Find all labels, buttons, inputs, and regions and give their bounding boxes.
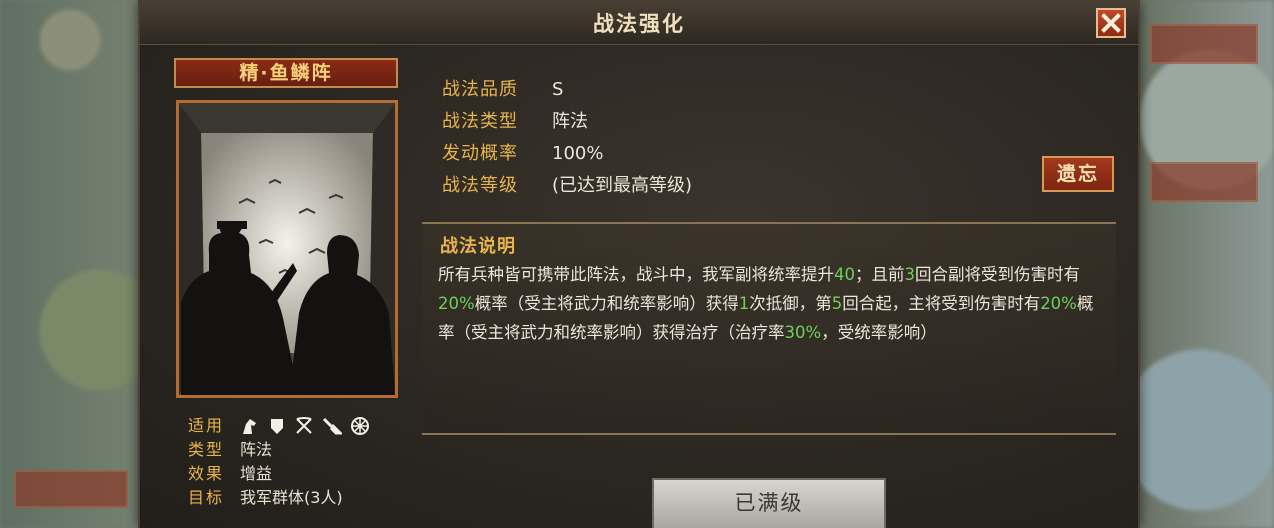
- skill-meta-list: 适用 类型 阵法 效果 增益 目标 我军群体(3人): [188, 414, 370, 510]
- applicable-label: 适用: [188, 416, 225, 435]
- attr-value: 100%: [552, 143, 604, 164]
- shield-icon: [271, 419, 283, 434]
- siege-icon: [351, 417, 369, 435]
- dialog-titlebar: 战法强化: [140, 0, 1138, 45]
- target-label: 目标: [188, 488, 225, 507]
- attr-value: (已达到最高等级): [552, 175, 693, 196]
- effect-value: 增益: [240, 464, 273, 483]
- cavalry-icon: [243, 419, 256, 434]
- meta-row-applicable: 适用: [188, 414, 370, 438]
- forget-skill-button[interactable]: 遗忘: [1042, 156, 1114, 192]
- attr-row-quality: 战法品质 S: [442, 74, 692, 106]
- attr-label: 战法等级: [442, 175, 518, 196]
- description-title: 战法说明: [440, 236, 516, 257]
- skill-description-box: 战法说明 所有兵种皆可携带此阵法，战斗中，我军副将统率提升40；且前3回合副将受…: [422, 222, 1116, 435]
- attr-value: 阵法: [552, 111, 588, 132]
- description-segment: 所有兵种皆可携带此阵法，战斗中，我军副将统率提升: [438, 265, 834, 284]
- background-map-button: [14, 470, 128, 508]
- attr-value: S: [552, 79, 564, 100]
- max-level-button[interactable]: 已满级: [652, 478, 886, 528]
- description-highlight: 30%: [784, 323, 822, 342]
- background-map-button: [1150, 24, 1258, 64]
- bow-icon: [296, 417, 312, 434]
- troop-type-icons: [240, 416, 370, 436]
- spear-icon: [322, 417, 342, 435]
- type-value: 阵法: [240, 440, 273, 459]
- type-label: 类型: [188, 440, 225, 459]
- skill-artwork: [176, 100, 398, 398]
- description-highlight: 40: [834, 265, 855, 284]
- description-text: 所有兵种皆可携带此阵法，战斗中，我军副将统率提升40；且前3回合副将受到伤害时有…: [438, 260, 1102, 347]
- meta-row-type: 类型 阵法: [188, 438, 370, 462]
- attr-label: 发动概率: [442, 143, 518, 164]
- description-highlight: 1: [738, 294, 750, 313]
- effect-label: 效果: [188, 464, 225, 483]
- description-segment: 次抵御，第: [749, 294, 832, 313]
- description-segment: ；且前: [855, 265, 905, 284]
- description-highlight: 5: [831, 294, 843, 313]
- description-segment: 概率（受主将武力和统率影响）获得: [474, 294, 739, 313]
- attr-label: 战法品质: [442, 79, 518, 100]
- formation-scene-image: [179, 103, 395, 395]
- description-segment: 回合副将受到伤害时有: [915, 265, 1080, 284]
- meta-row-target: 目标 我军群体(3人): [188, 486, 370, 510]
- background-map-button: [1150, 162, 1258, 202]
- attr-row-level: 战法等级 (已达到最高等级): [442, 170, 692, 202]
- close-icon: [1101, 13, 1121, 33]
- description-segment: 回合起，主将受到伤害时有: [842, 294, 1041, 313]
- description-highlight: 3: [904, 265, 916, 284]
- target-value: 我军群体(3人): [240, 488, 343, 507]
- attr-row-trigger-rate: 发动概率 100%: [442, 138, 692, 170]
- close-button[interactable]: [1096, 8, 1126, 38]
- description-highlight: 20%: [438, 294, 475, 313]
- attr-row-type: 战法类型 阵法: [442, 106, 692, 138]
- skill-attributes: 战法品质 S 战法类型 阵法 发动概率 100% 战法等级 (已达到最高等级): [442, 74, 692, 202]
- dialog-title: 战法强化: [593, 12, 685, 36]
- meta-row-effect: 效果 增益: [188, 462, 370, 486]
- skill-enhance-dialog: 战法强化 精·鱼鳞阵 适用 类型 阵法 效果 增益 目标 我军群体(3人) 战法…: [138, 0, 1140, 528]
- description-segment: ，受统率影响）: [821, 323, 937, 342]
- attr-label: 战法类型: [442, 111, 518, 132]
- skill-name-plate: 精·鱼鳞阵: [174, 58, 398, 88]
- description-highlight: 20%: [1040, 294, 1077, 313]
